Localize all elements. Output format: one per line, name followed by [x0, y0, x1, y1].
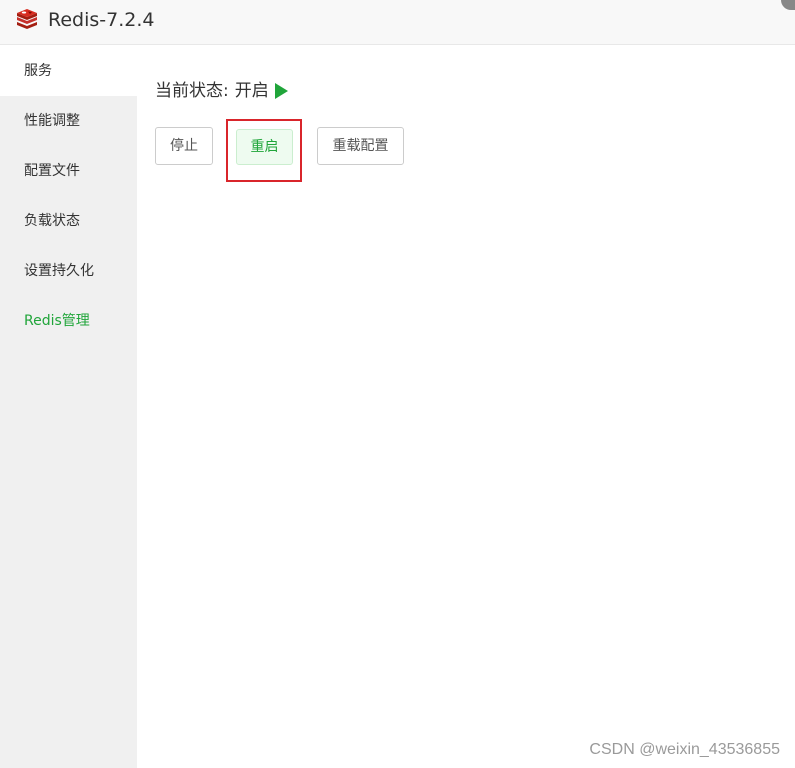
reload-config-button[interactable]: 重载配置 — [317, 127, 404, 165]
main-panel: 当前状态: 开启 停止 重启 重载配置 — [137, 46, 795, 768]
redis-logo-icon — [17, 9, 37, 29]
sidebar-item-config-file[interactable]: 配置文件 — [0, 146, 137, 196]
sidebar: 服务 性能调整 配置文件 负载状态 设置持久化 Redis管理 — [0, 46, 137, 768]
sidebar-item-persistence[interactable]: 设置持久化 — [0, 246, 137, 296]
title-bar: Redis-7.2.4 — [0, 0, 795, 45]
close-icon[interactable] — [781, 0, 795, 10]
sidebar-item-load-status[interactable]: 负载状态 — [0, 196, 137, 246]
window-title: Redis-7.2.4 — [48, 9, 155, 31]
play-icon — [274, 83, 288, 99]
redis-window: Redis-7.2.4 服务 性能调整 配置文件 负载状态 设置持久化 Redi… — [0, 0, 795, 768]
restart-button[interactable]: 重启 — [236, 129, 293, 165]
stop-button[interactable]: 停止 — [155, 127, 213, 165]
sidebar-item-performance[interactable]: 性能调整 — [0, 96, 137, 146]
sidebar-item-redis-manage[interactable]: Redis管理 — [0, 296, 137, 346]
status-label: 当前状态: — [155, 81, 229, 101]
status-value: 开启 — [234, 81, 269, 101]
watermark: CSDN @weixin_43536855 — [589, 741, 780, 758]
status-line: 当前状态: 开启 — [155, 80, 288, 102]
sidebar-item-service[interactable]: 服务 — [0, 46, 137, 96]
